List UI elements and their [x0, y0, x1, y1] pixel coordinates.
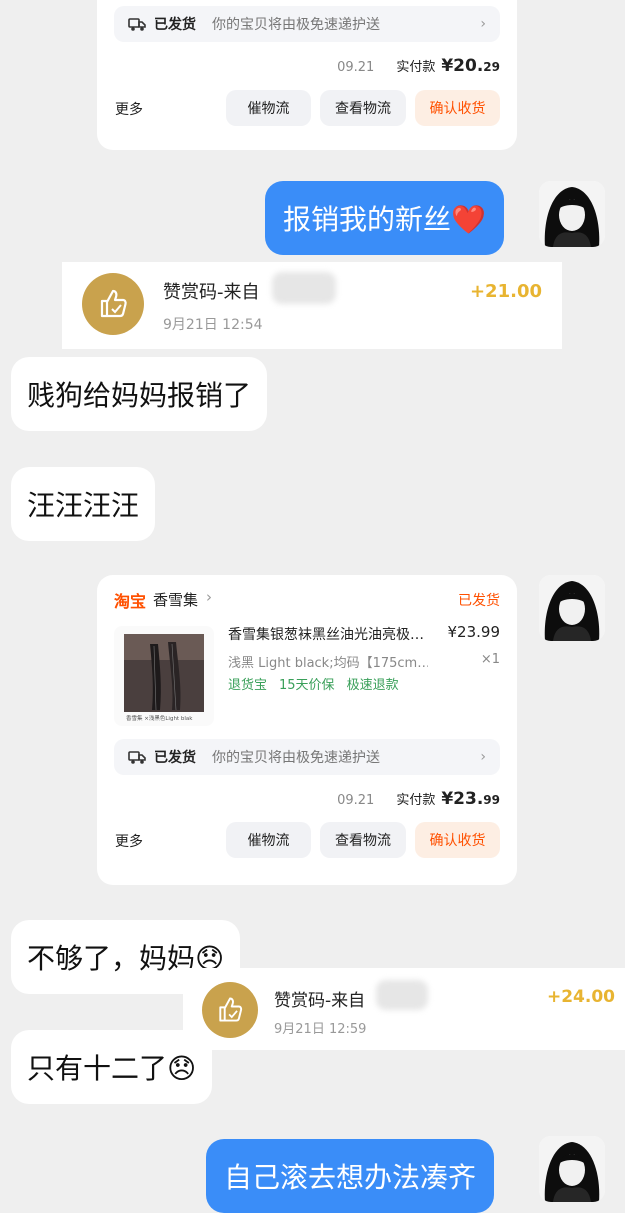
order-date: 09.21: [337, 60, 375, 75]
ship-status: 已发货: [154, 750, 196, 766]
paid-label: 实付款: [396, 60, 436, 75]
confirm-receipt-button[interactable]: 确认收货: [415, 90, 500, 126]
paid-amount: ¥20.: [441, 56, 484, 76]
tip-time: 9月21日 12:59: [274, 1022, 367, 1037]
tip-amount: +21.00: [469, 281, 542, 302]
confirm-receipt-button[interactable]: 确认收货: [415, 822, 500, 858]
tip-title: 赞赏码-来自: [274, 991, 366, 1011]
ship-status: 已发货: [154, 17, 196, 33]
tip-amount: +24.00: [546, 987, 615, 1007]
shipping-status-bar[interactable]: 已发货 你的宝贝将由极免速递护送 ›: [114, 739, 500, 775]
more-button[interactable]: 更多: [115, 99, 143, 119]
tip-code-card-2[interactable]: 赞赏码-来自 9月21日 12:59 +24.00: [183, 968, 625, 1050]
urge-logistics-button[interactable]: 催物流: [226, 90, 311, 126]
thumbs-up-icon: [82, 273, 144, 335]
chevron-right-icon: ›: [206, 588, 212, 606]
taobao-logo: 淘宝: [114, 592, 147, 611]
order-card-1[interactable]: 已发货 你的宝贝将由极免速递护送 › 09.21 实付款 ¥20. 29 更多 催…: [97, 0, 517, 150]
service-tag: 极速退款: [346, 678, 399, 693]
view-logistics-button[interactable]: 查看物流: [320, 822, 406, 858]
tip-code-card-1[interactable]: 赞赏码-来自 9月21日 12:54 +21.00: [62, 262, 562, 349]
message-bubble-figure-it-out[interactable]: 自己滚去想办法凑齐: [206, 1139, 495, 1213]
product-title[interactable]: 香雪集银葱袜黑丝油光油亮极…: [228, 624, 440, 644]
paid-cents: 29: [483, 60, 500, 74]
chevron-right-icon: ›: [480, 749, 486, 765]
chevron-right-icon: ›: [480, 16, 486, 32]
thumbs-up-icon: [202, 982, 258, 1038]
service-tag: 退货宝: [228, 678, 268, 693]
product-quantity: ×1: [480, 652, 500, 667]
product-thumbnail[interactable]: 香雪集 ×浅黑色Light blak: [114, 626, 214, 726]
message-bubble-only-twelve[interactable]: 只有十二了😞: [11, 1030, 213, 1104]
sender-name-redacted: [272, 272, 336, 304]
view-logistics-button[interactable]: 查看物流: [320, 90, 406, 126]
avatar[interactable]: [539, 1136, 605, 1202]
tip-time: 9月21日 12:54: [163, 317, 263, 333]
truck-icon: [128, 751, 146, 764]
avatar-image: [539, 575, 605, 641]
avatar[interactable]: [539, 575, 605, 641]
service-tag: 15天价保: [279, 678, 335, 693]
more-button[interactable]: 更多: [115, 831, 143, 851]
order-status: 已发货: [458, 593, 500, 609]
message-bubble-woof[interactable]: 汪汪汪汪: [11, 467, 156, 541]
product-price: ¥23.99: [447, 623, 501, 641]
shipping-status-bar[interactable]: 已发货 你的宝贝将由极免速递护送 ›: [114, 6, 500, 42]
avatar-image: [539, 181, 605, 247]
ship-desc: 你的宝贝将由极免速递护送: [212, 17, 380, 33]
service-tags: 退货宝 15天价保 极速退款: [228, 674, 399, 693]
stockings-image: [124, 634, 204, 712]
payment-line: 09.21 实付款 ¥20. 29: [337, 56, 500, 76]
avatar-image: [539, 1136, 605, 1202]
urge-logistics-button[interactable]: 催物流: [226, 822, 311, 858]
order-card-2[interactable]: 淘宝 香雪集 › 已发货 香雪集 ×浅黑色Light blak 香雪集银葱袜黑丝…: [97, 575, 517, 885]
payment-line: 09.21 实付款 ¥23. 99: [337, 789, 500, 809]
ship-desc: 你的宝贝将由极免速递护送: [212, 750, 380, 766]
avatar[interactable]: [539, 181, 605, 247]
message-bubble-reimburse[interactable]: 报销我的新丝❤️: [265, 181, 504, 255]
truck-icon: [128, 18, 146, 31]
paid-cents: 99: [483, 793, 500, 807]
sender-name-redacted: [376, 980, 428, 1010]
thumbnail-caption: 香雪集 ×浅黑色Light blak: [126, 716, 193, 722]
order-date: 09.21: [337, 793, 375, 808]
tip-title: 赞赏码-来自: [163, 282, 260, 303]
paid-label: 实付款: [396, 793, 436, 808]
message-bubble-dog[interactable]: 贱狗给妈妈报销了: [11, 357, 268, 431]
product-variant: 浅黑 Light black;均码【175cm…: [228, 656, 428, 671]
shop-name[interactable]: 香雪集: [153, 589, 198, 610]
paid-amount: ¥23.: [441, 789, 484, 809]
